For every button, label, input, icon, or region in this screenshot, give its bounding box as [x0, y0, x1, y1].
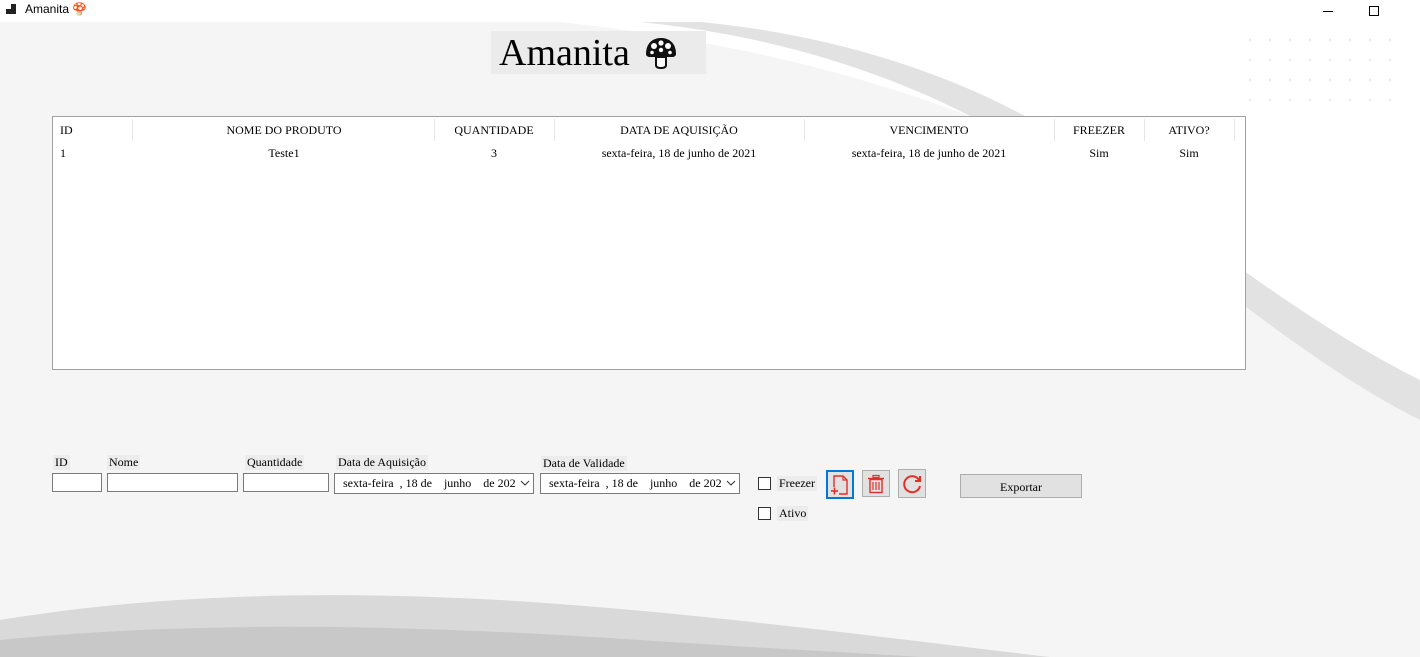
app-heading: Amanita	[491, 31, 706, 74]
validade-date-picker[interactable]: sexta-feira , 18 de junho de 202	[540, 473, 740, 494]
refresh-button[interactable]	[898, 469, 926, 498]
freezer-checkbox-label: Freezer	[777, 476, 817, 491]
cell-quantidade: 3	[491, 146, 497, 160]
minimize-icon	[1323, 11, 1333, 12]
quantidade-label: Quantidade	[245, 455, 305, 470]
cell-vencimento: sexta-feira, 18 de junho de 2021	[851, 146, 1007, 160]
window-title: Amanita 🍄	[25, 2, 88, 16]
refresh-icon	[903, 474, 921, 493]
cell-aquisicao: sexta-feira, 18 de junho de 2021	[601, 146, 757, 160]
export-button[interactable]: Exportar	[960, 474, 1082, 498]
column-header-freezer[interactable]: FREEZER	[1054, 119, 1145, 141]
trash-icon	[868, 474, 884, 493]
column-header-aquisicao[interactable]: DATA DE AQUISIÇÃO	[554, 119, 805, 141]
aquisicao-date-picker[interactable]: sexta-feira , 18 de junho de 202	[334, 473, 534, 494]
ativo-checkbox-box[interactable]	[758, 507, 771, 520]
column-header-id[interactable]: ID	[53, 119, 133, 141]
chevron-down-icon	[726, 480, 736, 486]
freezer-checkbox-box[interactable]	[758, 477, 771, 490]
id-field[interactable]	[52, 473, 102, 492]
column-header-vencimento[interactable]: VENCIMENTO	[804, 119, 1055, 141]
delete-button[interactable]	[862, 470, 890, 497]
table-row[interactable]: 1 Teste1 3 sexta-feira, 18 de junho de 2…	[53, 142, 1235, 164]
table-header: ID NOME DO PRODUTO QUANTIDADE DATA DE AQ…	[53, 119, 1235, 141]
app-icon	[6, 4, 16, 14]
column-header-ativo[interactable]: ATIVO?	[1144, 119, 1235, 141]
window-titlebar: Amanita 🍄	[0, 0, 1420, 22]
column-header-nome[interactable]: NOME DO PRODUTO	[134, 119, 435, 141]
quantidade-field[interactable]	[243, 473, 329, 492]
add-document-icon	[830, 474, 848, 495]
id-label: ID	[53, 455, 70, 470]
add-button[interactable]	[826, 470, 854, 499]
maximize-button[interactable]	[1351, 0, 1397, 22]
minimize-button[interactable]	[1305, 0, 1351, 22]
cell-id: 1	[60, 146, 66, 160]
cell-freezer: Sim	[1089, 146, 1109, 160]
ativo-checkbox-label: Ativo	[777, 506, 809, 521]
nome-field[interactable]	[107, 473, 238, 492]
column-header-quantidade[interactable]: QUANTIDADE	[434, 119, 555, 141]
mushroom-icon	[646, 38, 676, 70]
nome-label: Nome	[107, 455, 141, 470]
cell-nome: Teste1	[268, 146, 300, 160]
aquisicao-label: Data de Aquisição	[336, 455, 428, 470]
products-table[interactable]: ID NOME DO PRODUTO QUANTIDADE DATA DE AQ…	[52, 116, 1246, 370]
heading-title: Amanita	[499, 31, 630, 74]
ativo-checkbox[interactable]: Ativo	[758, 506, 809, 521]
aquisicao-date-value: sexta-feira , 18 de junho de 202	[343, 476, 516, 490]
maximize-icon	[1369, 6, 1379, 16]
cell-ativo: Sim	[1179, 146, 1199, 160]
validade-date-value: sexta-feira , 18 de junho de 202	[549, 476, 722, 490]
validade-label: Data de Validade	[541, 456, 627, 471]
chevron-down-icon	[520, 480, 530, 486]
freezer-checkbox[interactable]: Freezer	[758, 476, 817, 491]
